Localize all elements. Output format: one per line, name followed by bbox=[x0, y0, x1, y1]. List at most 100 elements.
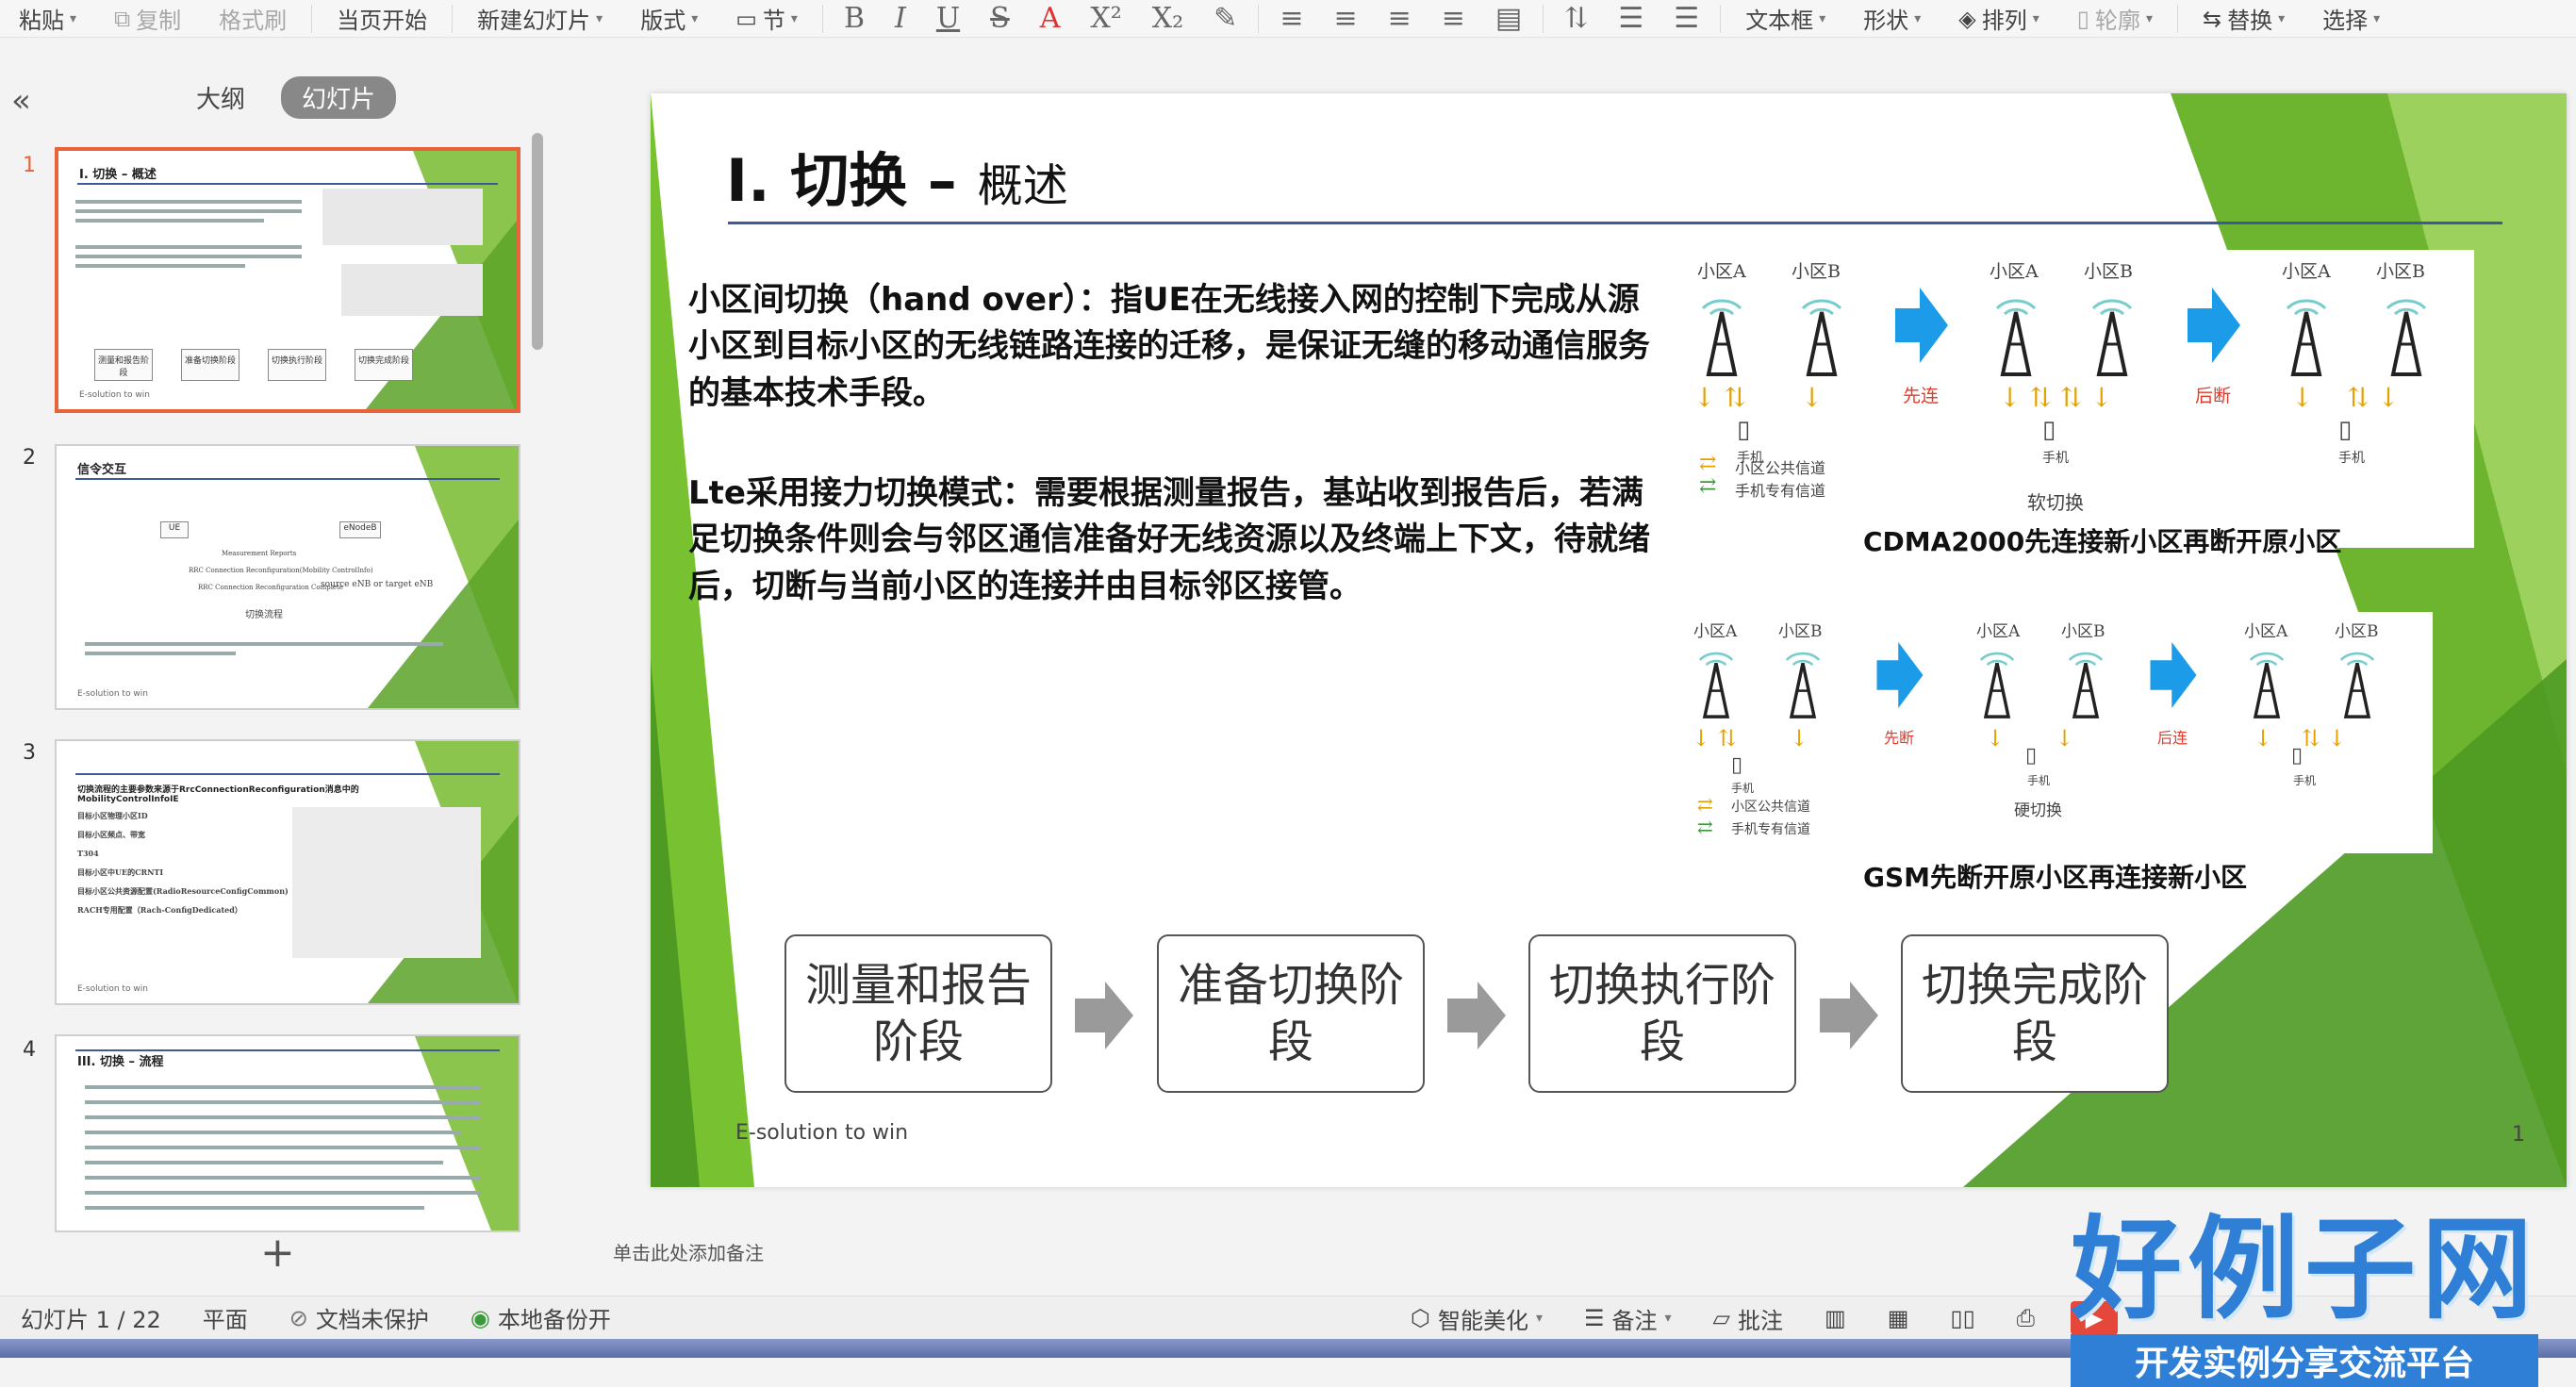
slide-panel: « 大纲 幻灯片 1 I. 切换 – 概述 测量和报告阶段 准备切换阶段 切换执… bbox=[0, 39, 547, 1297]
italic-icon[interactable]: I bbox=[880, 2, 921, 35]
outline-button[interactable]: ▯ 轮廓 ▾ bbox=[2058, 0, 2171, 38]
strikethrough-icon[interactable]: S bbox=[975, 2, 1025, 35]
line-spacing-icon[interactable]: ⇅ bbox=[1549, 2, 1603, 35]
then-break-label: 后断 bbox=[2195, 386, 2232, 406]
normal-view-icon[interactable]: ▥ bbox=[1804, 1305, 1867, 1331]
copy-button[interactable]: ⧉ 复制 bbox=[95, 0, 200, 38]
cell-label: 小区B bbox=[1778, 622, 1823, 641]
font-color-icon[interactable]: A bbox=[1025, 2, 1076, 35]
numbering-icon[interactable]: ☰ bbox=[1659, 2, 1714, 35]
notes-toggle-button[interactable]: ☰ 备注 ▾ bbox=[1563, 1302, 1693, 1335]
new-slide-button[interactable]: 新建幻灯片 ▾ bbox=[458, 0, 621, 38]
layout-button[interactable]: 版式 ▾ bbox=[621, 0, 717, 38]
thumb-text-line bbox=[85, 1176, 481, 1180]
tab-outline[interactable]: 大纲 bbox=[175, 76, 266, 119]
thumb-text-line bbox=[85, 652, 236, 655]
highlight-icon[interactable]: ✎ bbox=[1198, 2, 1252, 35]
select-button[interactable]: 选择 ▾ bbox=[2304, 0, 2399, 38]
arrange-button[interactable]: ◈ 排列 ▾ bbox=[1940, 0, 2058, 38]
arrow-icon: ↓ bbox=[1801, 382, 1824, 413]
presenter-icon[interactable]: ⎙ bbox=[1996, 1305, 2056, 1331]
section-button[interactable]: ▭ 节 ▾ bbox=[717, 0, 817, 38]
phone-icon: ▯ bbox=[2042, 416, 2056, 444]
copy-icon: ⧉ bbox=[114, 5, 131, 32]
phone-label: 手机 bbox=[2027, 774, 2051, 787]
cell-label: 小区B bbox=[2335, 622, 2379, 641]
thumb-footer: E-solution to win bbox=[77, 984, 148, 994]
paste-button[interactable]: 粘贴 ▾ bbox=[0, 0, 95, 38]
phone-icon: ▯ bbox=[1731, 753, 1743, 777]
align-right-icon[interactable]: ≡ bbox=[1373, 2, 1427, 35]
add-slide-icon[interactable]: + bbox=[260, 1229, 295, 1277]
backup-status[interactable]: ◉ 本地备份开 bbox=[450, 1301, 632, 1334]
thumb-bullet: 目标小区公共资源配置(RadioResourceConfigCommon) bbox=[77, 886, 289, 896]
legend-dedicated-icon: ⇄ bbox=[1697, 816, 1713, 838]
outline-icon: ▯ bbox=[2076, 5, 2089, 32]
right-arrow-icon bbox=[1895, 288, 1948, 363]
align-center-icon[interactable]: ≡ bbox=[1318, 2, 1372, 35]
slide-thumbnail-3[interactable]: 切换流程的主要参数来源于RrcConnectionReconfiguration… bbox=[55, 739, 520, 1005]
notes-placeholder[interactable]: 单击此处添加备注 bbox=[613, 1238, 764, 1265]
align-left-icon[interactable]: ≡ bbox=[1264, 2, 1318, 35]
phone-label: 手机 bbox=[2042, 451, 2069, 466]
tab-slides[interactable]: 幻灯片 bbox=[281, 76, 397, 119]
phone-icon: ▯ bbox=[1737, 416, 1751, 444]
phone-label: 手机 bbox=[2293, 774, 2317, 787]
bullets-icon[interactable]: ☰ bbox=[1603, 2, 1659, 35]
first-connect-label: 先连 bbox=[1903, 386, 1940, 406]
collapse-panel-icon[interactable]: « bbox=[11, 82, 31, 120]
phone-label: 手机 bbox=[2338, 451, 2365, 466]
thumb-title: 信令交互 bbox=[77, 463, 127, 477]
hard-handover-label: 硬切换 bbox=[2014, 801, 2062, 820]
phase-box-prepare: 准备切换阶段 bbox=[1157, 934, 1425, 1093]
panel-scrollbar[interactable] bbox=[532, 133, 543, 350]
cell-label: 小区B bbox=[1792, 261, 1841, 282]
from-current-button[interactable]: 当页开始 bbox=[318, 0, 446, 38]
protect-status[interactable]: ⊘ 文档未保护 bbox=[269, 1301, 450, 1334]
grid-view-icon[interactable]: ▦ bbox=[1867, 1305, 1930, 1331]
thumb-phase-box: 切换执行阶段 bbox=[268, 349, 326, 381]
superscript-icon[interactable]: X² bbox=[1075, 2, 1136, 35]
cell-label: 小区A bbox=[1976, 622, 2021, 641]
textbox-button[interactable]: 文本框 ▾ bbox=[1726, 0, 1844, 38]
thumb-msg: Measurement Reports bbox=[222, 550, 297, 557]
phone-label: 手机 bbox=[1731, 782, 1755, 795]
format-painter-button[interactable]: 格式刷 bbox=[200, 0, 305, 38]
tower-icon bbox=[2339, 652, 2375, 718]
replace-button[interactable]: ⇆ 替换 ▾ bbox=[2184, 0, 2304, 38]
beautify-button[interactable]: ⬡ 智能美化 ▾ bbox=[1390, 1302, 1563, 1335]
bold-icon[interactable]: B bbox=[829, 2, 880, 35]
thumb-text-line bbox=[85, 642, 443, 646]
tower-icon bbox=[1698, 652, 1734, 718]
thumb-msg: RRC Connection Reconfiguration(Mobility … bbox=[189, 567, 373, 574]
distribute-icon[interactable]: ▤ bbox=[1480, 2, 1537, 35]
thumb-text-line bbox=[85, 1115, 481, 1119]
legend-common-icon: ⇄ bbox=[1697, 793, 1713, 816]
subscript-icon[interactable]: X₂ bbox=[1137, 2, 1198, 35]
thumb-text-line bbox=[85, 1206, 424, 1210]
tower-icon bbox=[2286, 299, 2327, 376]
thumb-bullet: 目标小区中UE的CRNTI bbox=[77, 867, 164, 877]
cell-label: 小区A bbox=[2244, 622, 2288, 641]
theme-name[interactable]: 平面 bbox=[182, 1301, 269, 1334]
legend-dedicated-label: 手机专有信道 bbox=[1731, 822, 1810, 837]
shape-button[interactable]: 形状 ▾ bbox=[1844, 0, 1940, 38]
divider bbox=[452, 4, 454, 33]
slide-thumbnail-2[interactable]: 信令交互 UE eNodeB Measurement Reports RRC C… bbox=[55, 444, 520, 710]
reading-view-icon[interactable]: ▯▯ bbox=[1929, 1305, 1995, 1331]
slide-thumbnail-1[interactable]: I. 切换 – 概述 测量和报告阶段 准备切换阶段 切换执行阶段 切换完成阶段 … bbox=[55, 147, 520, 413]
justify-icon[interactable]: ≡ bbox=[1427, 2, 1480, 35]
phone-icon: ▯ bbox=[2338, 416, 2353, 444]
divider bbox=[821, 4, 823, 33]
tower-icon bbox=[1979, 652, 2015, 718]
tower-icon bbox=[1801, 299, 1842, 376]
arrow-icon: ↓ ⇅ bbox=[1693, 382, 1746, 413]
phase-box-measure: 测量和报告阶段 bbox=[784, 934, 1052, 1093]
comments-button[interactable]: ▱ 批注 bbox=[1693, 1302, 1804, 1335]
slide-thumbnail-4[interactable]: III. 切换 – 流程 bbox=[55, 1034, 520, 1232]
phone-icon: ▯ bbox=[2025, 744, 2038, 768]
underline-icon[interactable]: U bbox=[921, 2, 975, 35]
main-slide[interactable]: I. 切换 – 概述 小区间切换（hand over）：指UE在无线接入网的控制下… bbox=[651, 93, 2567, 1187]
section-icon: ▭ bbox=[735, 5, 757, 32]
thumb-msg: source eNB or target eNB bbox=[321, 580, 434, 589]
